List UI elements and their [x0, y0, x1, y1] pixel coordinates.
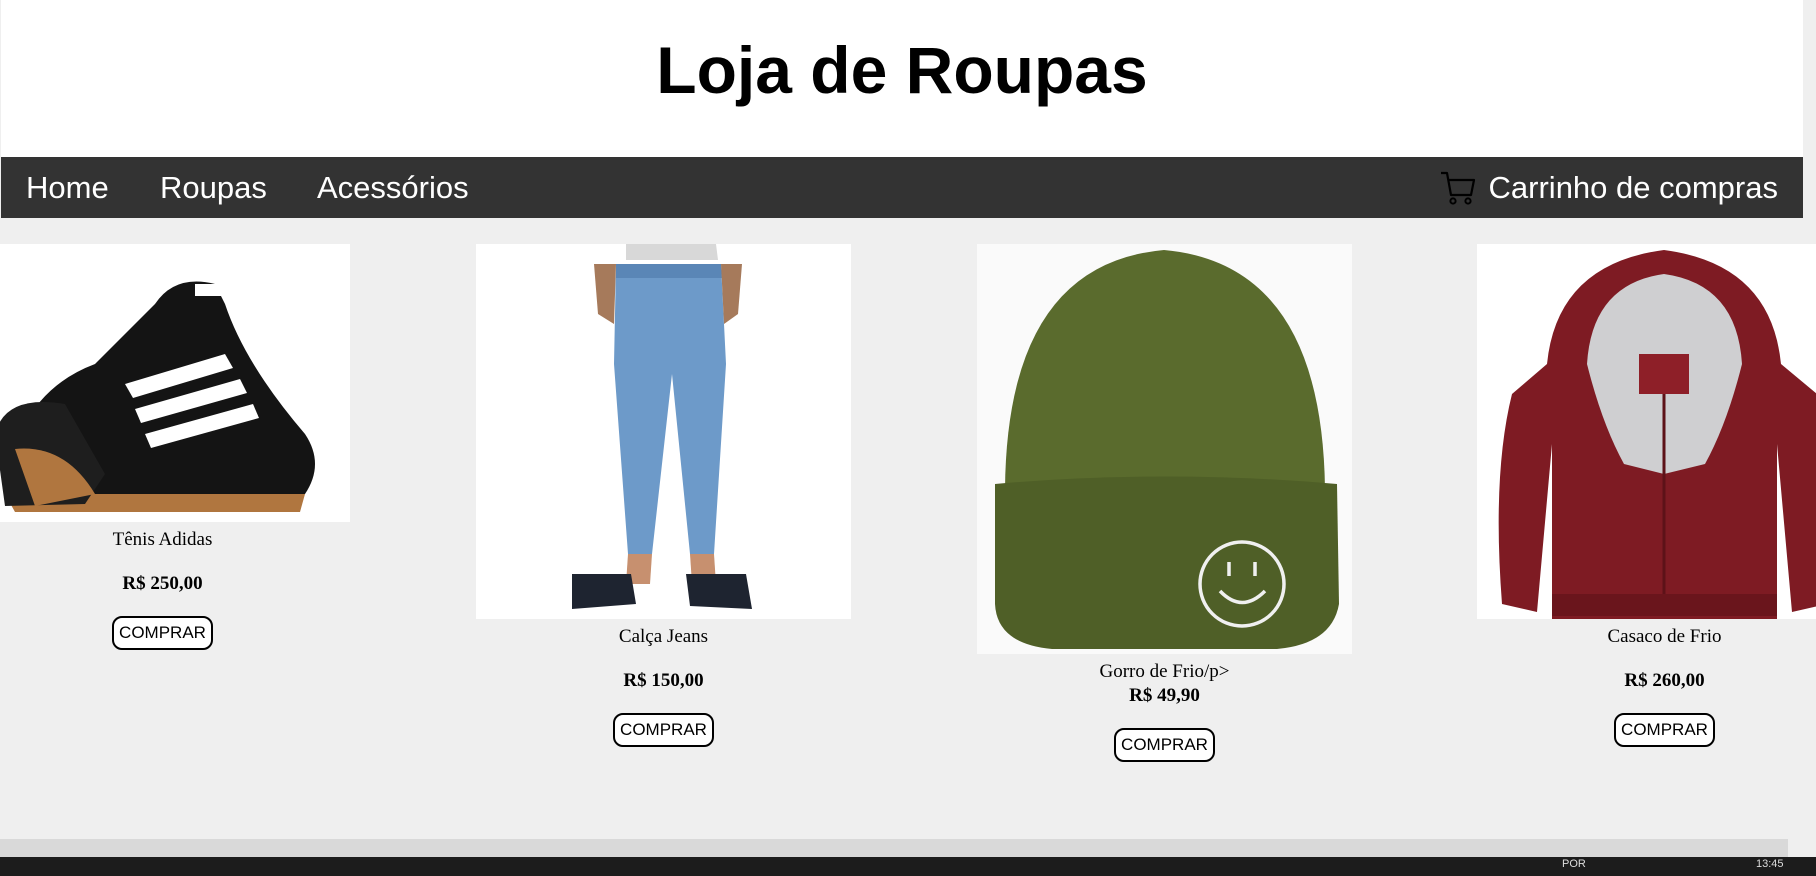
product-name: Casaco de Frio: [1607, 626, 1722, 647]
product-price: R$ 250,00: [122, 573, 203, 594]
nav-home-link[interactable]: Home: [26, 157, 109, 218]
cart-label: Carrinho de compras: [1488, 169, 1778, 205]
product-price: R$ 49,90: [1129, 685, 1200, 706]
cart-link[interactable]: Carrinho de compras: [1439, 157, 1778, 218]
product-card-gorro: Gorro de Frio/p> R$ 49,90 COMPRAR: [977, 244, 1352, 762]
product-card-calca: Calça Jeans R$ 150,00 COMPRAR: [476, 244, 851, 747]
product-price: R$ 150,00: [623, 670, 704, 691]
beanie-image: [977, 244, 1352, 654]
os-taskbar: POR 13:45: [0, 857, 1816, 876]
jacket-image: [1477, 244, 1816, 619]
product-card-casaco: Casaco de Frio R$ 260,00 COMPRAR: [1477, 244, 1816, 747]
buy-button[interactable]: COMPRAR: [112, 616, 213, 650]
tray-clock: 13:45: [1756, 858, 1784, 870]
tray-language: POR: [1562, 858, 1586, 870]
buy-button[interactable]: COMPRAR: [613, 713, 714, 747]
product-name: Gorro de Frio/p>: [1099, 661, 1230, 682]
jeans-image: [476, 244, 851, 619]
product-price: R$ 260,00: [1624, 670, 1705, 691]
nav-roupas-link[interactable]: Roupas: [160, 157, 267, 218]
buy-button[interactable]: COMPRAR: [1114, 728, 1215, 762]
sneaker-image: [0, 244, 350, 522]
horizontal-scrollbar[interactable]: [0, 839, 1788, 857]
product-card-tenis: Tênis Adidas R$ 250,00 COMPRAR: [0, 244, 350, 650]
buy-button[interactable]: COMPRAR: [1614, 713, 1715, 747]
product-name: Tênis Adidas: [112, 529, 213, 550]
main-navbar: Home Roupas Acessórios Carrinho de compr…: [1, 157, 1803, 218]
site-title: Loja de Roupas: [656, 33, 1148, 107]
nav-acessorios-link[interactable]: Acessórios: [317, 157, 469, 218]
product-name: Calça Jeans: [618, 626, 709, 647]
site-header: Loja de Roupas: [1, 0, 1803, 157]
cart-icon: [1439, 169, 1477, 207]
